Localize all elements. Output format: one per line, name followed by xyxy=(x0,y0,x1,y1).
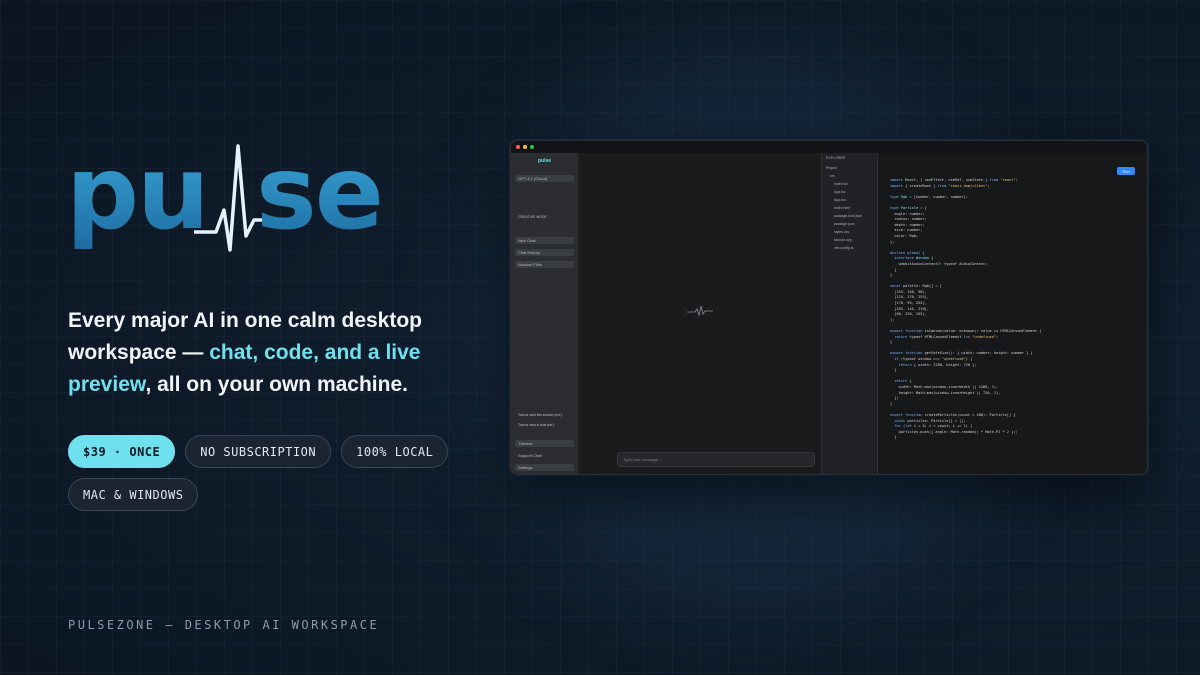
code-editor: Run import React, { useEffect, useRef, u… xyxy=(877,153,1147,474)
file-item: index.html xyxy=(834,206,850,210)
tokens-session: Tokens used this session (est.): xyxy=(518,412,563,417)
logo-text-right: se xyxy=(256,134,384,253)
pulse-logo: pu se xyxy=(66,134,384,260)
window-controls xyxy=(516,145,534,149)
feature-pills: $39 · ONCE NO SUBSCRIPTION 100% LOCAL MA… xyxy=(68,435,468,511)
app-brand: pulse xyxy=(537,157,552,164)
pulse-wave-icon-small xyxy=(687,305,713,317)
code-lines: import React, { useEffect, useRef, useSt… xyxy=(890,178,1042,440)
app-window-screenshot: pulse GPT-4.1 (Cloud) CREATIVE MODE New … xyxy=(510,140,1148,475)
pulse-wave-icon xyxy=(194,144,264,252)
new-chat-button: New Chat xyxy=(515,237,574,244)
file-explorer: EXPLORER Project src index.tsx App.tsx A… xyxy=(821,153,877,474)
session-files-button: Session Files xyxy=(515,261,574,268)
file-item: package-lock.json xyxy=(834,214,863,218)
run-button: Run xyxy=(1117,167,1135,175)
file-item: App.tsx xyxy=(834,198,846,202)
file-item: src xyxy=(830,174,835,178)
model-select: GPT-4.1 (Cloud) xyxy=(515,175,574,182)
close-dot-icon xyxy=(516,145,520,149)
headline-part2: , all on your own machine. xyxy=(145,373,408,396)
themes-button: Themes xyxy=(515,440,574,447)
explorer-label: EXPLORER xyxy=(826,156,846,160)
price-pill: $39 · ONCE xyxy=(68,435,176,468)
chat-panel xyxy=(579,153,821,474)
file-item: styles.css xyxy=(834,230,850,234)
footer-tagline: PULSEZONE — DESKTOP AI WORKSPACE xyxy=(68,618,380,632)
app-sidebar: pulse GPT-4.1 (Cloud) CREATIVE MODE New … xyxy=(511,153,579,474)
support-button: Support Chat xyxy=(518,453,542,458)
file-item: App.tsx xyxy=(834,190,846,194)
zoom-dot-icon xyxy=(530,145,534,149)
file-item: package.json xyxy=(834,222,855,226)
project-label: Project xyxy=(826,166,837,170)
file-item: vite.config.ts xyxy=(834,246,854,250)
settings-button: Settings xyxy=(515,464,574,471)
tokens-total: Tokens used in total (est.): xyxy=(518,422,556,427)
minimize-dot-icon xyxy=(523,145,527,149)
no-subscription-pill: NO SUBSCRIPTION xyxy=(185,435,332,468)
creative-mode-label: CREATIVE MODE xyxy=(518,214,547,219)
logo-text-left: pu xyxy=(66,134,210,253)
file-item: favicon.svg xyxy=(834,238,852,242)
local-pill: 100% LOCAL xyxy=(341,435,449,468)
chat-input: Type your message... xyxy=(617,452,815,467)
chat-history-button: Chat History xyxy=(515,249,574,256)
headline: Every major AI in one calm desktop works… xyxy=(68,305,468,401)
platform-pill: MAC & WINDOWS xyxy=(68,478,199,511)
file-item: index.tsx xyxy=(834,182,848,186)
